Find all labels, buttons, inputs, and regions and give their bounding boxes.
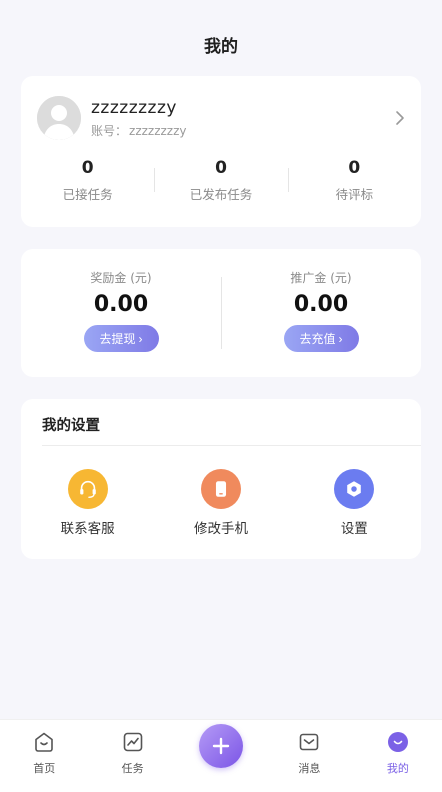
plus-icon[interactable] xyxy=(199,724,244,768)
reward-balance: 奖励金 (元) 0.00 去提现 › xyxy=(21,249,221,377)
promo-amount: 0.00 xyxy=(293,292,349,317)
recharge-button[interactable]: 去充值 › xyxy=(283,325,359,352)
tab-tasks[interactable]: 任务 xyxy=(88,720,176,792)
reward-label: 奖励金 (元) xyxy=(90,271,152,285)
reward-amount: 0.00 xyxy=(93,292,149,317)
wallet-card: 奖励金 (元) 0.00 去提现 › 推广金 (元) 0.00 去充值 › xyxy=(21,249,421,377)
stat-value: 0 xyxy=(81,158,94,178)
setting-contact-support[interactable]: 联系客服 xyxy=(21,469,154,537)
stat-pending-review[interactable]: 0 待评标 xyxy=(287,158,421,208)
stat-published-tasks[interactable]: 0 已发布任务 xyxy=(154,158,287,208)
promo-balance: 推广金 (元) 0.00 去充值 › xyxy=(221,249,421,377)
chevron-right-icon: › xyxy=(338,331,343,346)
recharge-button-label: 去充值 xyxy=(299,332,336,346)
task-stats: 0 已接任务 0 已发布任务 0 待评标 xyxy=(21,158,421,208)
stat-accepted-tasks[interactable]: 0 已接任务 xyxy=(21,158,154,208)
message-icon xyxy=(297,730,321,754)
stat-value: 0 xyxy=(215,158,227,178)
setting-label: 设置 xyxy=(340,521,368,537)
avatar[interactable] xyxy=(37,96,81,140)
tab-label: 首页 xyxy=(33,762,56,775)
phone-icon xyxy=(200,469,241,509)
stat-label: 待评标 xyxy=(335,187,374,202)
username: zzzzzzzzy xyxy=(91,98,177,118)
tab-home[interactable]: 首页 xyxy=(0,720,88,792)
gear-icon xyxy=(334,469,375,509)
tab-label: 消息 xyxy=(298,762,321,775)
headset-icon xyxy=(67,469,108,509)
promo-label: 推广金 (元) xyxy=(290,271,352,285)
bottom-tab-bar: 首页 任务 消息 我的 xyxy=(0,720,442,792)
account-id: 账号： zzzzzzzzy xyxy=(91,122,187,139)
setting-settings[interactable]: 设置 xyxy=(288,469,421,537)
stat-label: 已发布任务 xyxy=(189,187,253,202)
tab-messages[interactable]: 消息 xyxy=(265,720,353,792)
home-icon xyxy=(32,730,56,754)
settings-card: 我的设置 联系客服 修改手机 设置 xyxy=(21,399,421,559)
chevron-right-icon[interactable] xyxy=(395,110,405,126)
withdraw-button[interactable]: 去提现 › xyxy=(83,325,159,352)
account-value: zzzzzzzzy xyxy=(129,124,187,138)
account-label: 账号： xyxy=(91,124,128,138)
profile-icon xyxy=(386,730,410,754)
tab-add[interactable] xyxy=(177,720,265,792)
default-avatar-icon xyxy=(37,96,81,140)
profile-card[interactable]: zzzzzzzzy 账号： zzzzzzzzy 0 已接任务 0 已发布任务 0 … xyxy=(21,76,421,227)
divider xyxy=(42,445,421,446)
settings-title: 我的设置 xyxy=(42,418,100,434)
setting-label: 修改手机 xyxy=(193,521,248,537)
tab-profile[interactable]: 我的 xyxy=(354,720,442,792)
settings-grid: 联系客服 修改手机 设置 xyxy=(21,469,421,537)
task-chart-icon xyxy=(121,730,145,754)
tab-label: 我的 xyxy=(386,762,409,775)
setting-label: 联系客服 xyxy=(60,521,115,537)
page-title: 我的 xyxy=(204,37,238,57)
stat-value: 0 xyxy=(348,158,361,178)
setting-change-phone[interactable]: 修改手机 xyxy=(154,469,287,537)
stat-label: 已接任务 xyxy=(62,187,113,202)
chevron-right-icon: › xyxy=(138,331,143,346)
withdraw-button-label: 去提现 xyxy=(99,332,136,346)
tab-label: 任务 xyxy=(121,762,144,775)
